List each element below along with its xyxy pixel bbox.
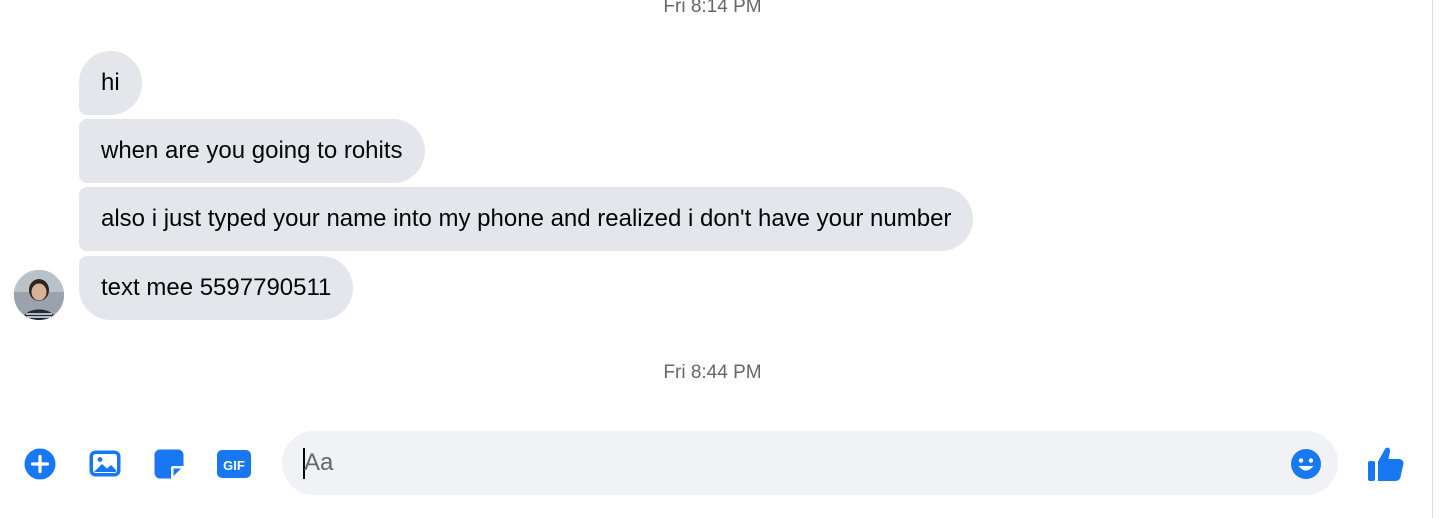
message-bubble[interactable]: hi xyxy=(79,51,142,115)
plus-circle-icon[interactable] xyxy=(23,447,57,481)
gif-label: GIF xyxy=(223,458,245,473)
thumbs-up-icon[interactable] xyxy=(1366,444,1406,484)
message-input-container[interactable] xyxy=(282,431,1338,495)
gif-icon[interactable]: GIF xyxy=(216,447,251,481)
message-bubble[interactable]: when are you going to rohits xyxy=(79,119,425,183)
emoji-icon[interactable] xyxy=(1290,448,1322,480)
sticker-icon[interactable] xyxy=(152,447,186,481)
message-input[interactable] xyxy=(304,431,1284,495)
image-icon[interactable] xyxy=(88,447,122,481)
timestamp-bottom: Fri 8:44 PM xyxy=(663,362,762,383)
timestamp-top: Fri 8:14 PM xyxy=(663,0,762,17)
message-bubble[interactable]: text mee 5597790511 xyxy=(79,256,354,320)
panel-divider xyxy=(1432,0,1433,518)
avatar-image xyxy=(14,270,64,320)
avatar[interactable] xyxy=(14,270,64,320)
chat-window: Fri 8:14 PM hi when are you going to roh… xyxy=(0,0,1442,518)
message-bubble[interactable]: also i just typed your name into my phon… xyxy=(79,187,974,251)
